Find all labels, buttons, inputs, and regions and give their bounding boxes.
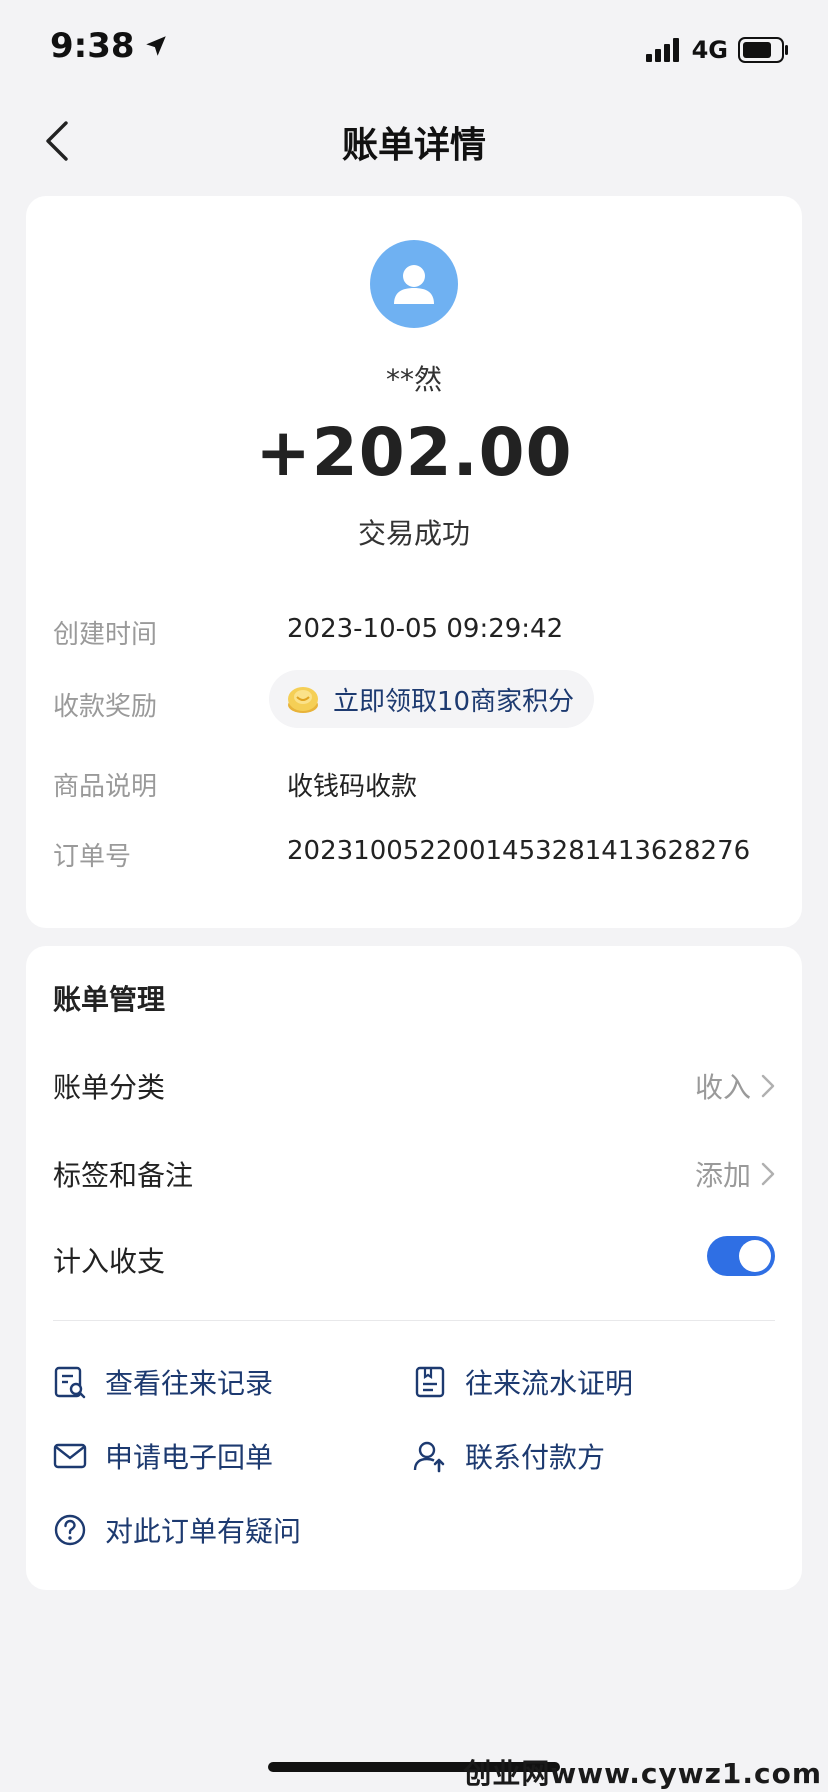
order-question-link[interactable]: 对此订单有疑问 <box>53 1508 301 1552</box>
envelope-icon <box>53 1443 87 1469</box>
location-arrow-icon <box>145 36 166 56</box>
reward-text: 立即领取10商家积分 <box>333 686 575 717</box>
transaction-status: 交易成功 <box>357 517 470 550</box>
status-time-text: 9:38 <box>50 26 135 66</box>
action-label: 对此订单有疑问 <box>105 1515 302 1548</box>
statement-doc-icon <box>415 1366 445 1398</box>
action-label: 往来流水证明 <box>465 1367 634 1400</box>
action-label: 查看往来记录 <box>105 1367 274 1400</box>
statement-proof-link[interactable]: 往来流水证明 <box>413 1360 633 1404</box>
view-records-link[interactable]: 查看往来记录 <box>53 1360 273 1404</box>
info-row-reward: 收款奖励 立即领取10商家积分 <box>53 670 775 728</box>
gold-coin-icon <box>288 687 318 713</box>
bill-detail-card: **然 +202.00 交易成功 创建时间 2023-10-05 09:29:4… <box>26 196 802 928</box>
transaction-amount: +202.00 <box>255 414 573 491</box>
info-label: 订单号 <box>53 842 132 872</box>
include-in-ledger-row: 计入收支 <box>53 1232 775 1282</box>
battery-icon <box>738 37 788 63</box>
question-icon <box>54 1514 86 1546</box>
page-title: 账单详情 <box>341 125 486 166</box>
info-value: 2023-10-05 09:29:42 <box>287 614 564 644</box>
include-in-ledger-toggle[interactable] <box>707 1236 775 1276</box>
manage-label: 计入收支 <box>53 1245 166 1278</box>
records-search-icon <box>54 1366 86 1399</box>
contact-payer-link[interactable]: 联系付款方 <box>413 1434 605 1478</box>
status-time: 9:38 <box>50 26 169 66</box>
bill-manage-card: 账单管理 账单分类 收入 标签和备注 添加 计入收支 查看往来记录 往来流水证明… <box>26 946 802 1590</box>
signal-bars-icon <box>645 38 679 62</box>
info-row-created-time: 创建时间 2023-10-05 09:29:42 <box>53 614 775 654</box>
section-title: 账单管理 <box>53 983 166 1016</box>
info-value: 收钱码收款 <box>287 772 418 802</box>
bill-category-row[interactable]: 账单分类 收入 <box>53 1058 775 1108</box>
claim-reward-button[interactable]: 立即领取10商家积分 <box>269 670 595 728</box>
action-label: 联系付款方 <box>465 1441 606 1474</box>
category-value: 收入 <box>694 1071 751 1104</box>
tags-notes-row[interactable]: 标签和备注 添加 <box>53 1146 775 1196</box>
info-row-order-number: 订单号 2023100522001453281413628276 <box>53 836 775 876</box>
user-silhouette-icon <box>394 265 434 304</box>
divider <box>53 1320 775 1321</box>
e-receipt-link[interactable]: 申请电子回单 <box>53 1434 273 1478</box>
navigation-bar: 账单详情 <box>0 100 828 182</box>
toggle-knob <box>739 1240 771 1272</box>
manage-label: 账单分类 <box>53 1071 166 1104</box>
tags-value: 添加 <box>694 1159 751 1192</box>
watermark: 创业网www.cywz1.com <box>463 1757 822 1790</box>
chevron-right-icon <box>761 1162 775 1186</box>
info-label: 创建时间 <box>53 620 158 650</box>
info-value: 2023100522001453281413628276 <box>287 836 751 866</box>
payer-name: **然 <box>385 363 442 396</box>
info-label: 商品说明 <box>53 772 158 802</box>
status-indicators: 4G <box>645 36 790 64</box>
avatar[interactable] <box>370 240 458 328</box>
manage-value: 收入 <box>695 1066 775 1106</box>
status-bar: 9:38 4G <box>0 0 828 100</box>
info-label: 收款奖励 <box>53 692 158 722</box>
info-row-description: 商品说明 收钱码收款 <box>53 766 775 806</box>
network-type: 4G <box>691 36 728 64</box>
chevron-right-icon <box>761 1074 775 1098</box>
manage-value: 添加 <box>695 1154 775 1194</box>
manage-label: 标签和备注 <box>53 1159 194 1192</box>
action-label: 申请电子回单 <box>105 1441 274 1474</box>
contact-user-icon <box>413 1441 445 1473</box>
